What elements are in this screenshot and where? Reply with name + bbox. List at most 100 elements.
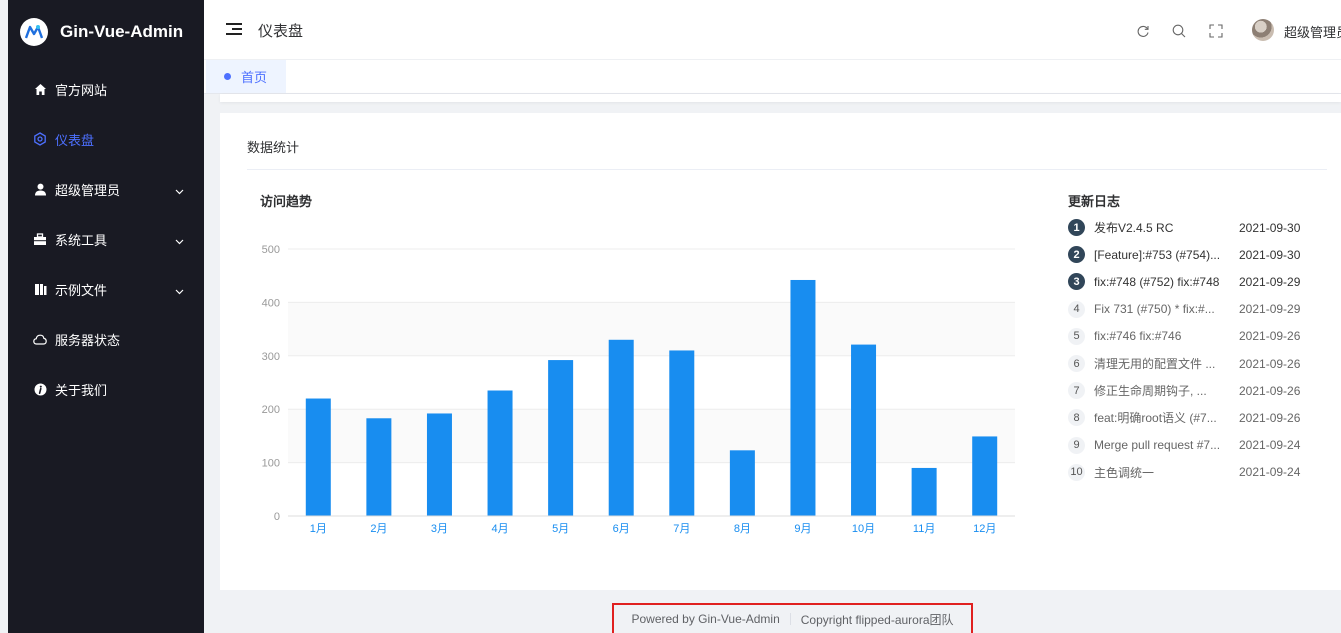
x-tick-label: 11月 (913, 523, 935, 535)
app-title: Gin-Vue-Admin (60, 22, 184, 41)
avatar[interactable] (1252, 19, 1274, 41)
bar[interactable] (669, 350, 695, 516)
bar[interactable] (729, 450, 755, 516)
changelog-message: Fix 731 (#750) * fix:#... (1094, 302, 1215, 317)
sidebar-item-example-files[interactable]: 示例文件 (8, 264, 204, 314)
sidebar-item-label: 服务器状态 (55, 332, 121, 348)
copyright-text[interactable]: Copyright flipped-aurora团队 (801, 611, 954, 628)
sidebar-item-official-site[interactable]: 官方网站 (8, 64, 204, 114)
grid-band (288, 409, 1015, 463)
changelog-message: [Feature]:#753 (#754)... (1094, 247, 1221, 262)
x-tick-label: 3月 (431, 523, 448, 535)
top-header: 仪表盘 超级管理员 (204, 0, 1341, 60)
list-item[interactable]: 7 修正生命周期钩子, ... 2021-09-26 (1068, 377, 1328, 404)
list-item[interactable]: 2 [Feature]:#753 (#754)... 2021-09-30 (1068, 241, 1328, 268)
changelog-title: 更新日志 (1068, 194, 1121, 209)
card-title: 数据统计 (247, 140, 300, 155)
bar[interactable] (608, 339, 634, 516)
bar[interactable] (366, 418, 392, 516)
bar[interactable] (911, 467, 937, 516)
chevron-down-icon (175, 283, 184, 298)
changelog-date: 2021-09-24 (1239, 438, 1301, 453)
list-item[interactable]: 8 feat:明确root语义 (#7... 2021-09-26 (1068, 404, 1328, 431)
changelog-message: Merge pull request #7... (1094, 438, 1221, 453)
x-tick-label: 12月 (973, 523, 996, 535)
rank-badge: 8 (1068, 409, 1085, 427)
list-item[interactable]: 5 fix:#746 fix:#746 2021-09-26 (1068, 323, 1328, 350)
left-edge-strip (0, 0, 8, 633)
sidebar-item-server-status[interactable]: 服务器状态 (8, 314, 204, 364)
rank-badge: 5 (1068, 327, 1085, 345)
x-tick-label: 1月 (310, 523, 327, 535)
refresh-icon[interactable] (1136, 24, 1150, 38)
y-tick-label: 0 (274, 511, 280, 523)
list-item[interactable]: 3 fix:#748 (#752) fix:#748 2021-09-29 (1068, 268, 1328, 295)
x-tick-label: 2月 (370, 523, 387, 535)
files-icon (33, 282, 47, 296)
changelog-date: 2021-09-26 (1239, 410, 1301, 425)
sidebar-item-dashboard[interactable]: 仪表盘 (8, 114, 204, 164)
rank-badge: 6 (1068, 355, 1085, 373)
user-name[interactable]: 超级管理员 (1284, 22, 1341, 41)
list-item[interactable]: 6 清理无用的配置文件 ... 2021-09-26 (1068, 350, 1328, 377)
home-icon (33, 82, 47, 96)
y-tick-label: 400 (262, 297, 280, 309)
y-tick-label: 300 (262, 351, 280, 363)
cloud-icon (33, 332, 47, 346)
rank-badge: 3 (1068, 273, 1085, 291)
card-divider (247, 169, 1327, 170)
bar[interactable] (426, 413, 452, 516)
sidebar-item-about-us[interactable]: 关于我们 (8, 364, 204, 414)
bar[interactable] (851, 344, 877, 516)
top-strip-card (220, 94, 1341, 102)
fullscreen-icon[interactable] (1209, 24, 1223, 38)
briefcase-icon (33, 232, 47, 246)
grid-band (288, 302, 1015, 356)
changelog-message: 主色调统一 (1094, 465, 1155, 480)
changelog-message: 发布V2.4.5 RC (1094, 221, 1174, 236)
changelog-date: 2021-09-30 (1239, 220, 1301, 235)
list-item[interactable]: 9 Merge pull request #7... 2021-09-24 (1068, 432, 1328, 459)
sidebar-item-label: 示例文件 (55, 282, 108, 298)
sidebar: Gin-Vue-Admin 官方网站 仪表盘 超级管理员 系统工具 示例文件 服… (8, 0, 204, 633)
tab-label: 首页 (241, 70, 268, 85)
changelog-message: fix:#748 (#752) fix:#748 (1094, 274, 1220, 289)
logo-row[interactable]: Gin-Vue-Admin (8, 0, 204, 64)
changelog-date: 2021-09-26 (1239, 356, 1301, 371)
list-item[interactable]: 4 Fix 731 (#750) * fix:#... 2021-09-29 (1068, 296, 1328, 323)
x-tick-label: 5月 (552, 523, 569, 535)
changelog-message: 修正生命周期钩子, ... (1094, 384, 1207, 399)
changelog-message: 清理无用的配置文件 ... (1094, 357, 1216, 372)
tabs-bar: 首页 (204, 60, 1341, 94)
x-tick-label: 4月 (491, 523, 508, 535)
changelog-date: 2021-09-24 (1239, 465, 1301, 480)
bar[interactable] (487, 390, 513, 516)
tab-active-dot (224, 73, 231, 80)
tab-home[interactable]: 首页 (206, 60, 286, 93)
sidebar-item-super-admin[interactable]: 超级管理员 (8, 164, 204, 214)
x-tick-label: 7月 (673, 523, 690, 535)
x-tick-label: 6月 (613, 523, 630, 535)
list-item[interactable]: 10 主色调统一 2021-09-24 (1068, 459, 1328, 486)
menu-toggle-icon[interactable] (226, 23, 242, 37)
footer-divider (789, 613, 791, 625)
sidebar-item-label: 系统工具 (55, 232, 108, 248)
changelog-list: 1 发布V2.4.5 RC 2021-09-30 2 [Feature]:#753 (… (1068, 214, 1328, 486)
x-tick-label: 8月 (734, 523, 751, 535)
sidebar-item-system-tools[interactable]: 系统工具 (8, 214, 204, 264)
user-icon (33, 182, 47, 196)
search-icon[interactable] (1172, 24, 1186, 38)
y-tick-label: 500 (262, 244, 280, 256)
bar[interactable] (972, 436, 998, 516)
bar[interactable] (305, 398, 331, 516)
chevron-down-icon (175, 233, 184, 248)
powered-by-text[interactable]: Powered by Gin-Vue-Admin (631, 612, 779, 626)
bar[interactable] (790, 279, 816, 516)
list-item[interactable]: 1 发布V2.4.5 RC 2021-09-30 (1068, 214, 1328, 241)
bar[interactable] (548, 360, 574, 516)
rank-badge: 4 (1068, 300, 1085, 318)
x-tick-label: 9月 (794, 523, 811, 535)
rank-badge: 9 (1068, 436, 1085, 454)
changelog-message: feat:明确root语义 (#7... (1094, 411, 1217, 426)
dashboard-icon (33, 132, 47, 146)
